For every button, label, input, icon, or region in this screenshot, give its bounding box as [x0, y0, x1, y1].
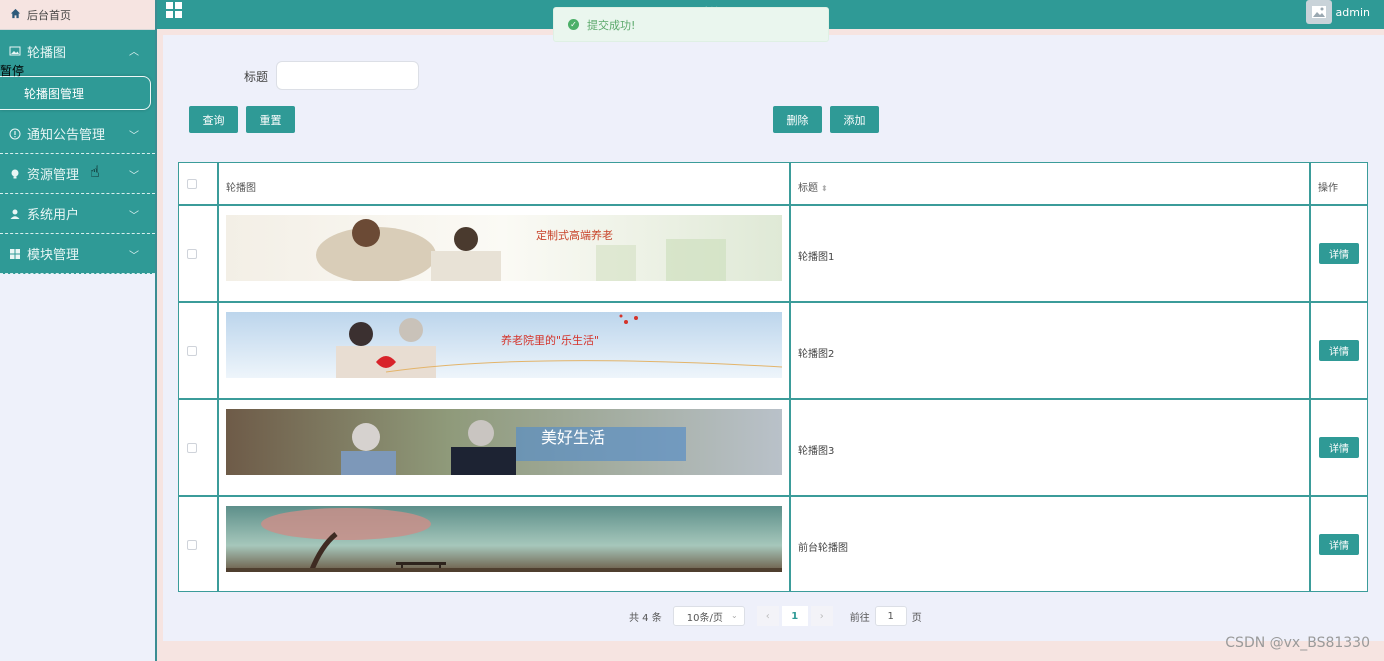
table-row: 定制式高端养老 轮播图1 详情	[179, 206, 1367, 303]
row-title: 轮播图3	[798, 446, 835, 457]
sort-icon: ⬍	[821, 184, 828, 193]
toast-message: 提交成功!	[587, 18, 636, 32]
detail-button[interactable]: 详情	[1319, 340, 1359, 361]
page-number[interactable]: 1	[781, 606, 808, 626]
next-page-button[interactable]: ›	[810, 606, 833, 626]
success-toast: ✓ 提交成功!	[553, 7, 829, 42]
pagination-total: 共 4 条	[629, 612, 662, 624]
username[interactable]: admin	[1336, 6, 1370, 19]
sidebar-menu-label: 通知公告管理	[27, 128, 106, 143]
row-checkbox[interactable]	[187, 346, 197, 356]
detail-button[interactable]: 详情	[1319, 243, 1359, 264]
sidebar-menu-notice[interactable]: 通知公告管理 ﹀	[0, 114, 155, 154]
row-title: 轮播图1	[798, 252, 835, 263]
sidebar-menu-label: 轮播图	[27, 45, 67, 61]
chevron-right-icon: ›	[819, 610, 824, 622]
image-icon	[9, 45, 21, 57]
carousel-banner-image: 定制式高端养老	[226, 215, 782, 281]
goto-suffix: 页	[911, 612, 922, 624]
chevron-left-icon: ‹	[765, 610, 770, 622]
chevron-down-icon: ⌄	[731, 611, 738, 620]
sidebar-home[interactable]: 后台首页	[0, 0, 155, 30]
row-title: 轮播图2	[798, 349, 835, 360]
goto-prefix: 前往	[849, 612, 870, 624]
svg-text:养老院里的"乐生活": 养老院里的"乐生活"	[501, 333, 599, 347]
page-size-select[interactable]: 10条/页 ⌄	[672, 606, 745, 626]
tooltip-text: 暂停	[0, 64, 25, 78]
carousel-banner-image: 养老院里的"乐生活"	[226, 312, 782, 378]
detail-button[interactable]: 详情	[1319, 534, 1359, 555]
chevron-up-icon: ︿	[129, 47, 139, 58]
grid-icon	[9, 248, 21, 260]
check-circle-icon: ✓	[568, 19, 579, 30]
row-title: 前台轮播图	[798, 543, 848, 554]
goto-page-input[interactable]: 1	[874, 606, 907, 626]
carousel-banner-image	[226, 506, 782, 572]
page-size-value: 10条/页	[686, 612, 723, 624]
info-circle-icon	[9, 128, 21, 140]
sidebar-home-label: 后台首页	[27, 8, 71, 22]
avatar[interactable]	[1306, 0, 1332, 24]
svg-text:美好生活: 美好生活	[541, 428, 605, 447]
main-content: 标题 查询 重置 删除 添加 轮播图 标题 ⬍ 操作 定制式高端养老 轮播图1 …	[163, 35, 1384, 641]
row-checkbox[interactable]	[187, 443, 197, 453]
row-checkbox[interactable]	[187, 540, 197, 550]
chevron-down-icon: ﹀	[129, 211, 139, 222]
image-placeholder-icon	[1312, 6, 1326, 18]
sidebar-menu-resources[interactable]: 资源管理 ﹀	[0, 154, 155, 194]
sidebar-menu-modules[interactable]: 模块管理 ﹀	[0, 234, 155, 274]
bulb-icon	[9, 168, 21, 180]
sidebar-item-carousel-management[interactable]: 轮播图管理	[0, 76, 151, 110]
query-button[interactable]: 查询	[189, 106, 238, 133]
title-search-input[interactable]	[276, 61, 419, 90]
menu-toggle-icon[interactable]	[166, 2, 182, 18]
chevron-down-icon: ﹀	[129, 251, 139, 262]
delete-button[interactable]: 删除	[773, 106, 822, 133]
pagination: 共 4 条 10条/页 ⌄ ‹ 1 › 前往 1 页	[629, 606, 922, 626]
carousel-table: 轮播图 标题 ⬍ 操作 定制式高端养老 轮播图1 详情 养老院里的"乐生活" 轮…	[178, 162, 1368, 592]
column-header-action: 操作	[1318, 183, 1338, 194]
carousel-banner-image: 美好生活	[226, 409, 782, 475]
sidebar-menu-label: 资源管理	[27, 168, 80, 183]
sidebar-menu-users[interactable]: 系统用户 ﹀	[0, 194, 155, 234]
sidebar: 后台首页 轮播图 ︿ 轮播图管理 通知公告管理 ﹀ 资源管理 ﹀ 系统用户 ﹀	[0, 0, 157, 661]
column-header-title[interactable]: 标题 ⬍	[798, 179, 828, 194]
sidebar-item-label: 轮播图管理	[24, 86, 85, 101]
svg-text:定制式高端养老: 定制式高端养老	[536, 228, 613, 242]
table-row: 前台轮播图 详情	[179, 497, 1367, 591]
add-button[interactable]: 添加	[830, 106, 879, 133]
prev-page-button[interactable]: ‹	[756, 606, 779, 626]
hand-cursor-icon: ☝	[90, 162, 100, 181]
reset-button[interactable]: 重置	[246, 106, 295, 133]
search-label: 标题	[244, 70, 269, 84]
user-icon	[9, 208, 21, 220]
table-row: 美好生活 轮播图3 详情	[179, 400, 1367, 497]
row-checkbox[interactable]	[187, 249, 197, 259]
sidebar-menu-label: 模块管理	[27, 248, 80, 263]
watermark: CSDN @vx_BS81330	[1225, 635, 1370, 651]
chevron-down-icon: ﹀	[129, 131, 139, 142]
chevron-down-icon: ﹀	[129, 171, 139, 182]
home-icon	[10, 8, 21, 22]
detail-button[interactable]: 详情	[1319, 437, 1359, 458]
sidebar-menu-label: 系统用户	[27, 208, 80, 223]
table-header-row: 轮播图 标题 ⬍ 操作	[179, 163, 1367, 206]
column-header-image: 轮播图	[226, 183, 256, 194]
select-all-checkbox[interactable]	[187, 179, 197, 189]
table-row: 养老院里的"乐生活" 轮播图2 详情	[179, 303, 1367, 400]
